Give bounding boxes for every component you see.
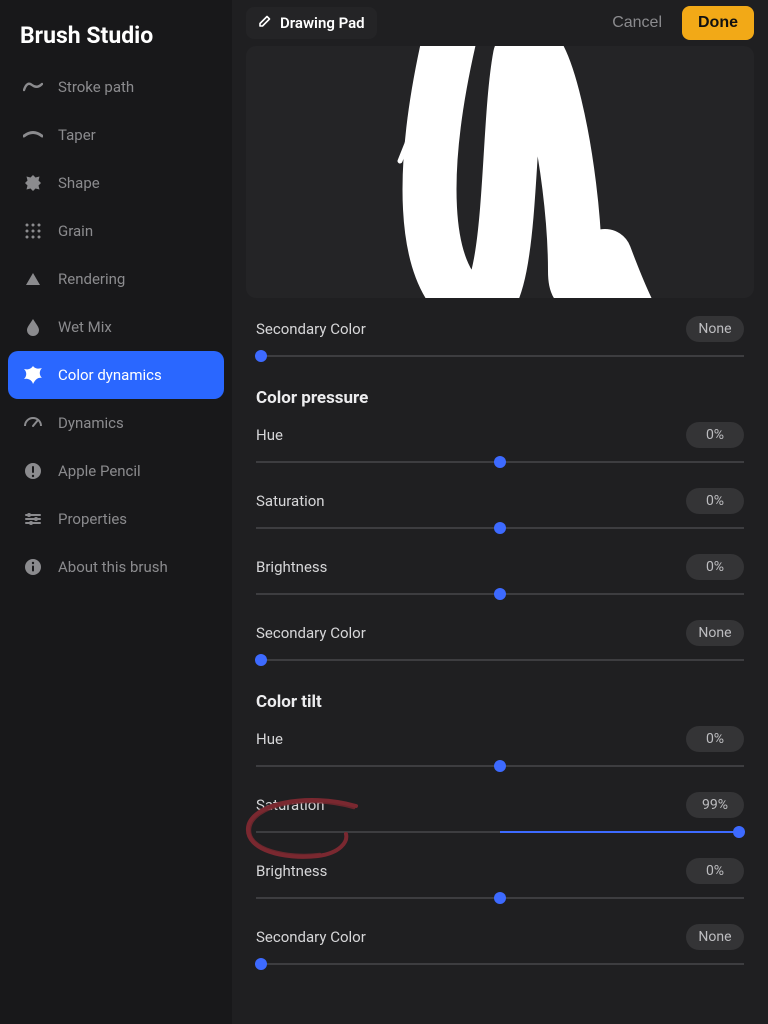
sidebar-title: Brush Studio bbox=[0, 22, 232, 63]
row-secondary-color-top: Secondary Color None bbox=[256, 316, 744, 342]
slider-cp-secondary[interactable] bbox=[256, 650, 744, 670]
drawing-pad-button[interactable]: Drawing Pad bbox=[246, 7, 377, 39]
slider-cp-hue[interactable] bbox=[256, 452, 744, 472]
label-cp-saturation: Saturation bbox=[256, 492, 325, 510]
sidebar-item-label: Shape bbox=[58, 174, 100, 192]
brush-stroke-preview bbox=[340, 46, 660, 298]
label-cp-secondary: Secondary Color bbox=[256, 624, 366, 642]
sidebar-item-rendering[interactable]: Rendering bbox=[8, 255, 224, 303]
sidebar-item-label: Wet Mix bbox=[58, 318, 112, 336]
edit-icon bbox=[258, 14, 272, 32]
sidebar-item-grain[interactable]: Grain bbox=[8, 207, 224, 255]
sidebar-item-about[interactable]: About this brush bbox=[8, 543, 224, 591]
slider-cp-brightness[interactable] bbox=[256, 584, 744, 604]
slider-cp-saturation[interactable] bbox=[256, 518, 744, 538]
value-ct-secondary: None bbox=[686, 924, 744, 950]
slider-ct-hue[interactable] bbox=[256, 756, 744, 776]
label-ct-saturation: Saturation bbox=[256, 796, 325, 814]
row-ct-hue: Hue 0% bbox=[256, 726, 744, 752]
rendering-icon bbox=[22, 268, 44, 290]
value-secondary-color: None bbox=[686, 316, 744, 342]
label-ct-secondary: Secondary Color bbox=[256, 928, 366, 946]
sidebar-item-taper[interactable]: Taper bbox=[8, 111, 224, 159]
heading-color-pressure: Color pressure bbox=[256, 388, 744, 408]
topbar: Drawing Pad Cancel Done bbox=[232, 0, 768, 46]
value-ct-saturation: 99% bbox=[686, 792, 744, 818]
slider-secondary-color-top[interactable] bbox=[256, 346, 744, 366]
sidebar-item-label: Color dynamics bbox=[58, 366, 162, 384]
shape-icon bbox=[22, 172, 44, 194]
label-ct-brightness: Brightness bbox=[256, 862, 327, 880]
row-ct-saturation: Saturation 99% bbox=[256, 792, 744, 818]
sidebar-item-label: Apple Pencil bbox=[58, 462, 141, 480]
info-icon bbox=[22, 556, 44, 578]
sidebar-items: Stroke path Taper Shape Grain bbox=[0, 63, 232, 591]
sidebar-item-properties[interactable]: Properties bbox=[8, 495, 224, 543]
heading-color-tilt: Color tilt bbox=[256, 692, 744, 712]
sidebar-item-wet-mix[interactable]: Wet Mix bbox=[8, 303, 224, 351]
sidebar-item-label: Grain bbox=[58, 222, 93, 240]
label-ct-hue: Hue bbox=[256, 730, 283, 748]
sidebar: Brush Studio Stroke path Taper Shape bbox=[0, 0, 232, 1024]
main-panel: Drawing Pad Cancel Done Secondary Color … bbox=[232, 0, 768, 1024]
sidebar-item-color-dynamics[interactable]: Color dynamics bbox=[8, 351, 224, 399]
row-cp-secondary: Secondary Color None bbox=[256, 620, 744, 646]
apple-pencil-icon bbox=[22, 460, 44, 482]
sidebar-item-dynamics[interactable]: Dynamics bbox=[8, 399, 224, 447]
sidebar-item-label: Rendering bbox=[58, 270, 125, 288]
value-cp-secondary: None bbox=[686, 620, 744, 646]
dynamics-icon bbox=[22, 412, 44, 434]
done-button[interactable]: Done bbox=[682, 6, 754, 40]
brush-preview-canvas[interactable] bbox=[246, 46, 754, 298]
sidebar-item-label: About this brush bbox=[58, 558, 168, 576]
sidebar-item-label: Taper bbox=[58, 126, 96, 144]
sidebar-item-stroke-path[interactable]: Stroke path bbox=[8, 63, 224, 111]
grain-icon bbox=[22, 220, 44, 242]
stroke-path-icon bbox=[22, 76, 44, 98]
value-ct-brightness: 0% bbox=[686, 858, 744, 884]
value-cp-saturation: 0% bbox=[686, 488, 744, 514]
row-ct-brightness: Brightness 0% bbox=[256, 858, 744, 884]
cancel-button[interactable]: Cancel bbox=[602, 8, 672, 38]
sidebar-item-apple-pencil[interactable]: Apple Pencil bbox=[8, 447, 224, 495]
value-ct-hue: 0% bbox=[686, 726, 744, 752]
value-cp-brightness: 0% bbox=[686, 554, 744, 580]
label-secondary-color: Secondary Color bbox=[256, 320, 366, 338]
sidebar-item-label: Dynamics bbox=[58, 414, 124, 432]
properties-icon bbox=[22, 508, 44, 530]
sidebar-item-shape[interactable]: Shape bbox=[8, 159, 224, 207]
label-cp-hue: Hue bbox=[256, 426, 283, 444]
row-cp-saturation: Saturation 0% bbox=[256, 488, 744, 514]
wet-mix-icon bbox=[22, 316, 44, 338]
drawing-pad-label: Drawing Pad bbox=[280, 14, 365, 32]
sidebar-item-label: Stroke path bbox=[58, 78, 134, 96]
row-cp-hue: Hue 0% bbox=[256, 422, 744, 448]
color-dynamics-icon bbox=[22, 364, 44, 386]
sidebar-item-label: Properties bbox=[58, 510, 127, 528]
slider-ct-saturation[interactable] bbox=[256, 822, 744, 842]
app-root: Brush Studio Stroke path Taper Shape bbox=[0, 0, 768, 1024]
label-cp-brightness: Brightness bbox=[256, 558, 327, 576]
taper-icon bbox=[22, 124, 44, 146]
value-cp-hue: 0% bbox=[686, 422, 744, 448]
slider-ct-brightness[interactable] bbox=[256, 888, 744, 908]
row-cp-brightness: Brightness 0% bbox=[256, 554, 744, 580]
controls-scroll[interactable]: Secondary Color None Color pressure Hue … bbox=[232, 316, 768, 1024]
row-ct-secondary: Secondary Color None bbox=[256, 924, 744, 950]
slider-ct-secondary[interactable] bbox=[256, 954, 744, 974]
